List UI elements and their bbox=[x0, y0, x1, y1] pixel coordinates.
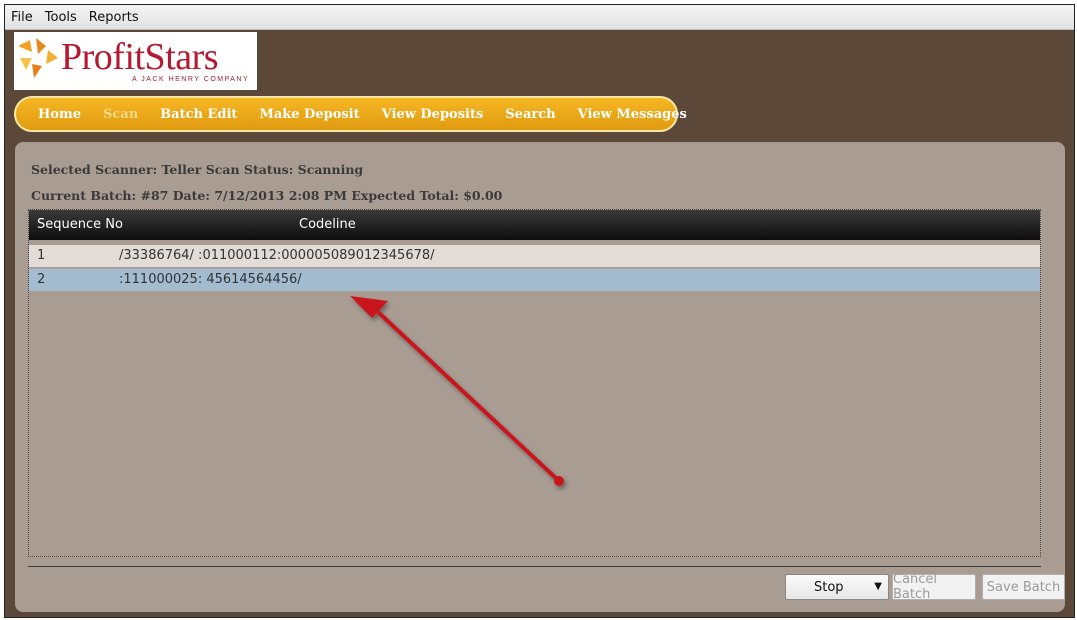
nav-scan[interactable]: Scan bbox=[103, 107, 138, 122]
cell-codeline: :111000025: 45614564456/ bbox=[119, 272, 302, 287]
scanner-status: Selected Scanner: Teller Scan Status: Sc… bbox=[31, 162, 364, 177]
nav-make-deposit[interactable]: Make Deposit bbox=[259, 107, 359, 122]
cell-sequence: 1 bbox=[37, 248, 46, 263]
app-window: File Tools Reports ProfitStars A JACK HE… bbox=[4, 4, 1075, 618]
save-batch-button[interactable]: Save Batch bbox=[982, 574, 1065, 600]
menu-file[interactable]: File bbox=[5, 10, 39, 25]
codeline-grid: Sequence No Codeline 1 /33386764/ :01100… bbox=[28, 209, 1041, 557]
logo-tagline: A JACK HENRY COMPANY bbox=[132, 76, 250, 83]
scan-panel: Selected Scanner: Teller Scan Status: Sc… bbox=[15, 142, 1065, 612]
main-nav: Home Scan Batch Edit Make Deposit View D… bbox=[14, 96, 687, 132]
column-codeline[interactable]: Codeline bbox=[299, 217, 356, 232]
menu-bar: File Tools Reports bbox=[5, 5, 1074, 30]
menu-tools[interactable]: Tools bbox=[39, 10, 83, 25]
nav-batch-edit[interactable]: Batch Edit bbox=[160, 107, 237, 122]
cell-codeline: /33386764/ :011000112:000005089012345678… bbox=[119, 248, 435, 263]
profitstars-star-icon bbox=[18, 38, 58, 78]
table-row[interactable]: 1 /33386764/ :011000112:0000050890123456… bbox=[29, 245, 1040, 267]
cell-sequence: 2 bbox=[37, 272, 46, 287]
nav-search[interactable]: Search bbox=[505, 107, 555, 122]
menu-reports[interactable]: Reports bbox=[83, 10, 145, 25]
column-sequence-no[interactable]: Sequence No bbox=[37, 217, 123, 232]
profitstars-logo: ProfitStars A JACK HENRY COMPANY bbox=[14, 32, 257, 90]
nav-view-deposits[interactable]: View Deposits bbox=[382, 107, 484, 122]
stop-dropdown-button[interactable]: Stop ▼ bbox=[785, 574, 889, 600]
table-row-selected[interactable]: 2 :111000025: 45614564456/ bbox=[29, 269, 1040, 291]
nav-view-messages[interactable]: View Messages bbox=[578, 107, 687, 122]
cancel-batch-button[interactable]: Cancel Batch bbox=[892, 572, 976, 602]
nav-home[interactable]: Home bbox=[38, 107, 81, 122]
logo-text: ProfitStars bbox=[61, 36, 219, 78]
divider bbox=[28, 566, 1041, 567]
grid-header: Sequence No Codeline bbox=[29, 210, 1040, 240]
batch-info: Current Batch: #87 Date: 7/12/2013 2:08 … bbox=[31, 188, 503, 203]
stop-label: Stop bbox=[814, 580, 844, 595]
chevron-down-icon[interactable]: ▼ bbox=[874, 581, 882, 592]
